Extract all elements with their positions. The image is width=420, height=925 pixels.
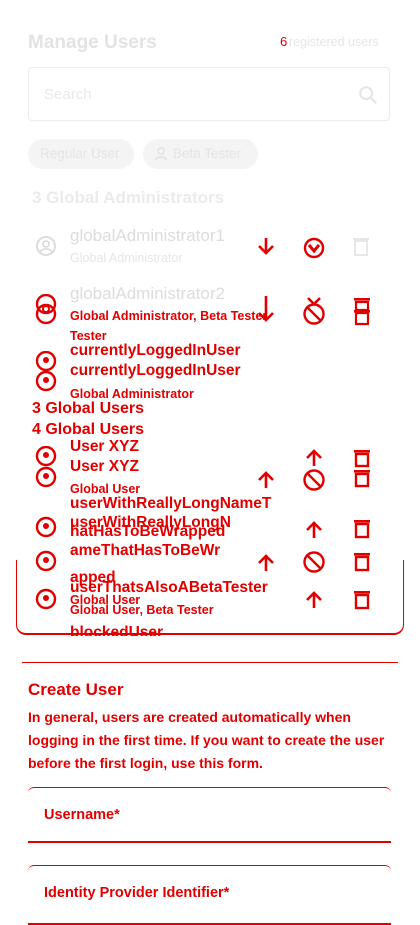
avatar-icon (35, 516, 57, 538)
registered-count: 6 (280, 34, 288, 49)
user-role: Global Administrator (70, 251, 183, 265)
section-heading: 4 Global Users (32, 421, 145, 438)
avatar-icon (35, 235, 57, 257)
user-name: blockedUser (70, 624, 164, 636)
user-name: User XYZ (70, 458, 139, 475)
user-name: globalAdministrator1 (70, 226, 225, 245)
demote-arrow-icon[interactable] (256, 236, 276, 256)
avatar-icon (35, 446, 57, 488)
delete-icon[interactable] (352, 519, 372, 539)
user-name-alt: ameThatHasToBeWr (70, 542, 221, 559)
user-name: User XYZ (70, 438, 139, 455)
delete-icon[interactable] (352, 296, 372, 326)
user-role: Global User (70, 482, 141, 496)
user-name: globalAdministrator2 (70, 284, 225, 303)
user-role-wrap: Tester (70, 329, 107, 343)
user-role: Global Administrator (70, 387, 194, 401)
user-name: currentlyLoggedInUser (70, 362, 241, 379)
user-name-wrap: hatHasToBeWrapped (70, 523, 226, 540)
avatar-icon (35, 351, 57, 393)
promote-arrow-icon[interactable] (304, 520, 324, 540)
person-icon (155, 147, 167, 161)
username-label: Username* (44, 807, 120, 823)
promote-arrow-icon[interactable] (256, 470, 276, 490)
page-title: Manage Users (28, 32, 157, 53)
create-user-description: In general, users are created automatica… (28, 709, 385, 771)
user-name: currentlyLoggedInUser (70, 342, 241, 359)
user-name: userWithReallyLongNameT (70, 495, 272, 512)
block-icon[interactable] (303, 237, 325, 259)
idp-identifier-label: Identity Provider Identifier* (44, 885, 230, 901)
registered-label: registered users (289, 35, 379, 49)
delete-icon[interactable] (352, 448, 372, 490)
promote-arrow-icon[interactable] (304, 448, 324, 468)
user-role: Global Administrator, Beta Tester (70, 309, 268, 323)
filter-regular-user[interactable]: Regular User (28, 139, 134, 169)
block-icon[interactable] (302, 468, 326, 492)
section-heading: 3 Global Users (32, 400, 145, 417)
search-input[interactable]: Search (44, 86, 92, 103)
faded-section-heading: 3 Global Administrators (32, 188, 225, 207)
delete-icon[interactable] (352, 236, 370, 256)
avatar-icon (35, 294, 57, 326)
create-user-title: Create User (28, 680, 124, 699)
block-icon[interactable] (302, 294, 326, 328)
search-icon[interactable] (357, 84, 379, 106)
demote-arrow-icon[interactable] (256, 294, 276, 324)
divider (22, 662, 398, 663)
